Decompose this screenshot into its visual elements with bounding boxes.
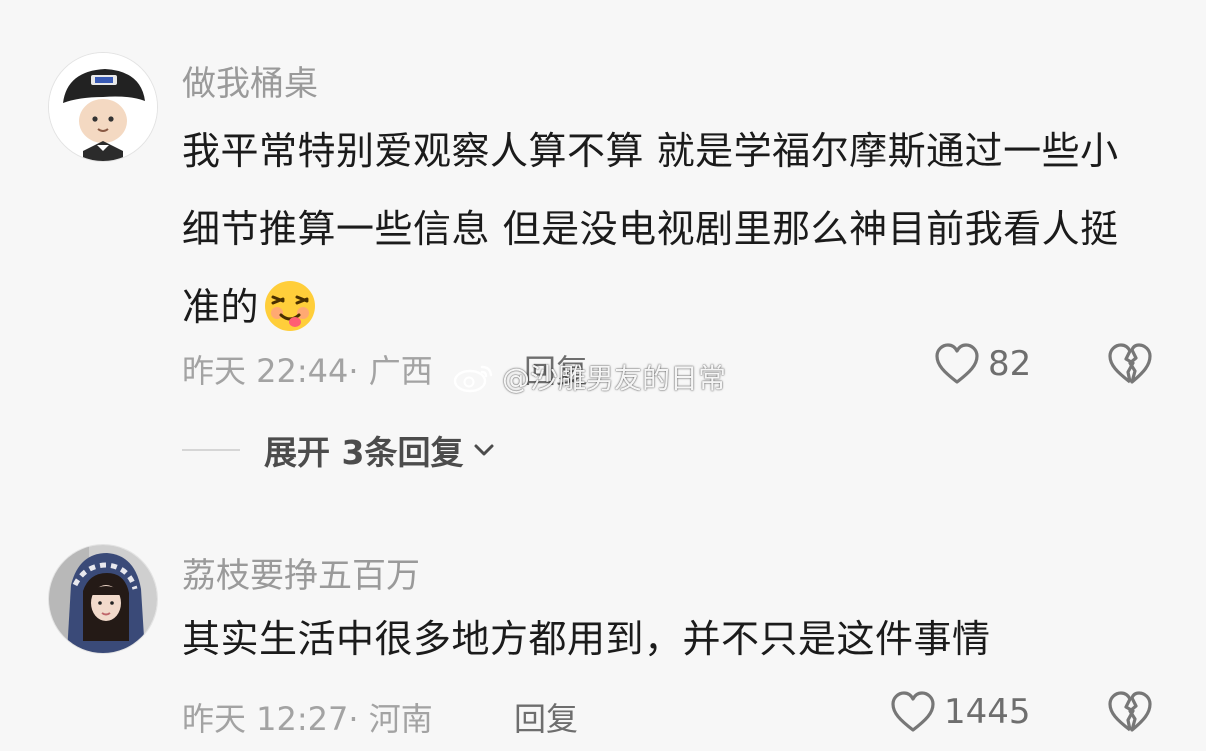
- like-button[interactable]: 1445: [890, 690, 1031, 734]
- heart-outline-icon: [891, 691, 935, 732]
- comment-location: · 河南: [348, 700, 433, 738]
- comment-username[interactable]: 荔枝要挣五百万: [182, 548, 420, 597]
- avatar-photo-image: [49, 545, 157, 653]
- comment-text: 其实生活中很多地方都用到，并不只是这件事情: [182, 600, 1142, 678]
- comment-meta: 昨天 12:27· 河南: [182, 694, 433, 740]
- avatar[interactable]: [48, 544, 158, 654]
- like-count: 1445: [944, 692, 1031, 732]
- reply-button[interactable]: 回复: [514, 694, 578, 740]
- dislike-button[interactable]: [1106, 690, 1154, 734]
- broken-heart-icon: [1108, 691, 1152, 732]
- comment-text-content: 其实生活中很多地方都用到，并不只是这件事情: [182, 617, 991, 661]
- comment-item-2: 荔枝要挣五百万 其实生活中很多地方都用到，并不只是这件事情 昨天 12:27· …: [0, 0, 1206, 751]
- comment-time: 昨天 12:27: [182, 700, 349, 738]
